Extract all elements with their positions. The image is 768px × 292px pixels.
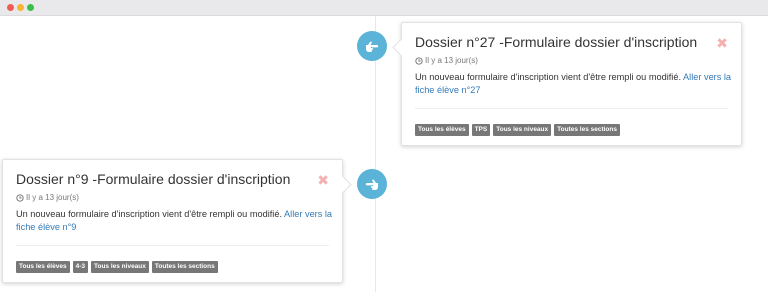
- card-pointer: [392, 38, 411, 57]
- clock-icon: [16, 193, 24, 202]
- message-text: Un nouveau formulaire d'inscription vien…: [16, 209, 285, 219]
- card-message: Un nouveau formulaire d'inscription vien…: [16, 208, 334, 234]
- card-message: Un nouveau formulaire d'inscription vien…: [415, 71, 733, 97]
- tag-all-sections: Toutes les sections: [554, 124, 620, 136]
- card-time: Il y a 13 jour(s): [16, 193, 79, 202]
- clock-icon: [415, 56, 423, 65]
- tag-all-students: Tous les élèves: [415, 124, 469, 136]
- tag-all-levels: Tous les niveaux: [90, 261, 149, 273]
- card-title: Dossier n°9 -Formulaire dossier d'inscri…: [16, 171, 291, 187]
- window-minimize-button[interactable]: [17, 4, 24, 11]
- card-time: Il y a 13 jour(s): [415, 56, 478, 65]
- message-text: Un nouveau formulaire d'inscription vien…: [415, 72, 684, 82]
- tag-class: 4-3: [72, 261, 88, 273]
- timeline-node: [357, 169, 387, 199]
- divider: [16, 245, 329, 246]
- hand-pointer-icon: [365, 179, 378, 190]
- timeline-card: Dossier n°9 -Formulaire dossier d'inscri…: [2, 159, 352, 283]
- tag-all-levels: Tous les niveaux: [493, 124, 552, 136]
- divider: [415, 108, 728, 109]
- close-icon[interactable]: ✖: [716, 36, 728, 50]
- tag-all-students: Tous les élèves: [16, 261, 70, 273]
- timeline-card: Dossier n°27 -Formulaire dossier d'inscr…: [392, 22, 742, 146]
- window-titlebar: [0, 0, 768, 16]
- timeline-node: [357, 31, 387, 61]
- time-label: Il y a 13 jour(s): [26, 193, 79, 202]
- card-pointer: [333, 175, 352, 194]
- close-icon[interactable]: ✖: [317, 173, 329, 187]
- hand-pointer-icon: [366, 41, 379, 52]
- card-title: Dossier n°27 -Formulaire dossier d'inscr…: [415, 34, 698, 50]
- tag-class: TPS: [471, 124, 491, 136]
- tag-all-sections: Toutes les sections: [151, 261, 218, 273]
- tag-list: Tous les élèves TPS Tous les niveaux Tou…: [415, 124, 620, 136]
- window-close-button[interactable]: [7, 4, 14, 11]
- time-label: Il y a 13 jour(s): [425, 56, 478, 65]
- tag-list: Tous les élèves 4-3 Tous les niveaux Tou…: [16, 261, 218, 273]
- window-maximize-button[interactable]: [27, 4, 34, 11]
